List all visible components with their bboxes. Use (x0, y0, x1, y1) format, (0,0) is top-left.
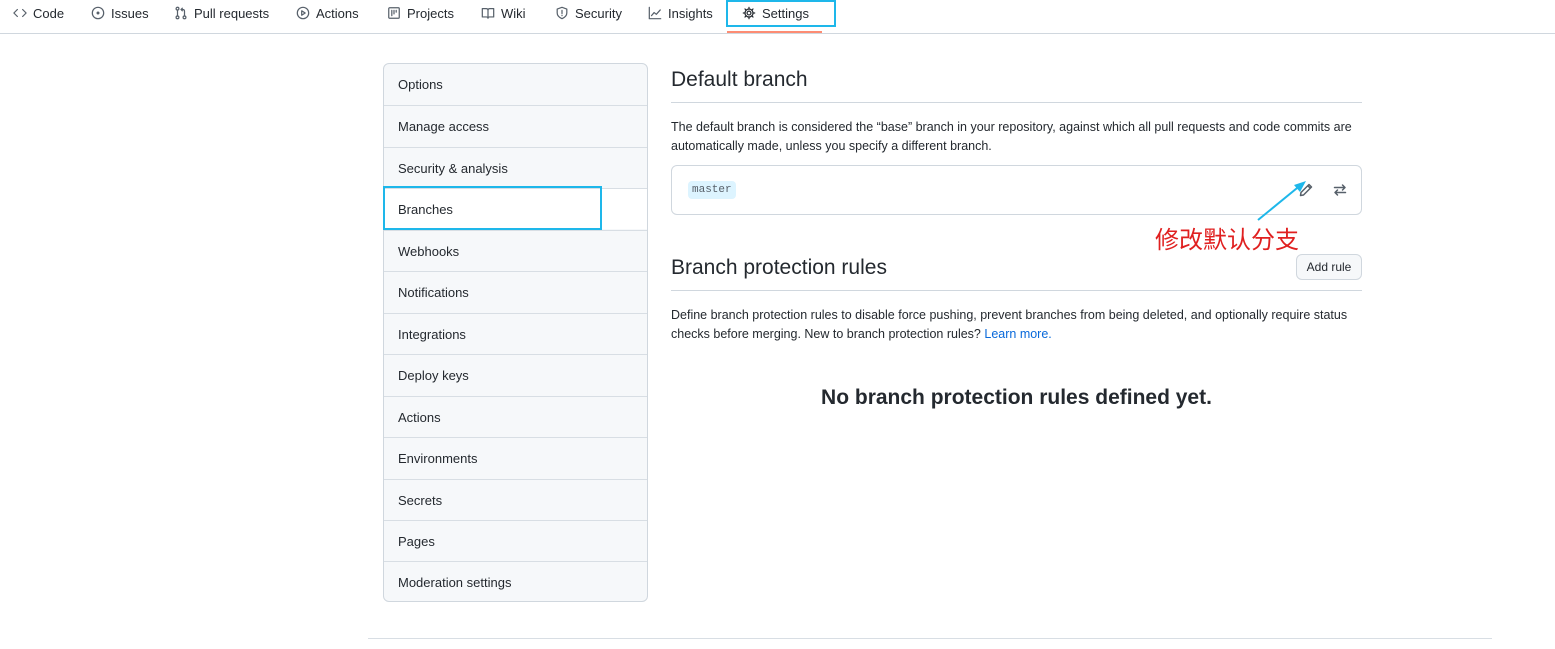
active-tab-underline (727, 31, 822, 33)
sidebar-item-actions[interactable]: Actions (384, 396, 647, 437)
sidebar-item-environments[interactable]: Environments (384, 437, 647, 478)
tab-label: Code (33, 5, 65, 21)
learn-more-link[interactable]: Learn more. (984, 327, 1051, 341)
sidebar-item-label: Deploy keys (398, 367, 469, 383)
book-icon (481, 8, 495, 19)
tab-label: Wiki (501, 5, 526, 21)
tab-label: Issues (111, 5, 149, 21)
sidebar-item-label: Security & analysis (398, 160, 508, 176)
sidebar-item-moderation-settings[interactable]: Moderation settings (384, 561, 647, 601)
sidebar-item-label: Options (398, 77, 443, 92)
annotation-arrow (1257, 181, 1306, 221)
sidebar-item-pages[interactable]: Pages (384, 520, 647, 561)
tab-label: Security (575, 5, 622, 21)
pull-request-icon (175, 6, 187, 20)
tab-security[interactable]: Security (555, 0, 622, 26)
sidebar-item-security-analysis[interactable]: Security & analysis (384, 147, 647, 188)
tab-actions[interactable]: Actions (296, 0, 359, 26)
add-rule-button[interactable]: Add rule (1296, 254, 1362, 280)
project-icon (388, 7, 400, 19)
tab-pull-requests[interactable]: Pull requests (174, 0, 269, 26)
tab-label: Projects (407, 5, 454, 21)
sidebar-item-label: Environments (398, 450, 478, 466)
default-branch-description: The default branch is considered the “ba… (671, 120, 1352, 153)
sidebar-item-webhooks[interactable]: Webhooks (384, 230, 647, 271)
branches-highlight-box (383, 186, 602, 230)
tab-label: Actions (316, 5, 359, 21)
sidebar-item-label: Pages (398, 533, 435, 549)
protection-rules-title: Branch protection rules (671, 256, 887, 279)
footer-divider (368, 638, 1492, 639)
annotation-text: 修改默认分支 (1155, 226, 1299, 254)
tab-projects[interactable]: Projects (387, 0, 454, 26)
protection-rules-description: Define branch protection rules to disabl… (671, 306, 1362, 344)
shield-icon (556, 6, 568, 20)
play-icon (296, 6, 310, 20)
graph-icon (648, 6, 662, 20)
tab-issues[interactable]: Issues (91, 0, 149, 26)
sidebar-item-label: Secrets (398, 492, 443, 508)
switch-default-branch-button[interactable] (1332, 182, 1352, 202)
sidebar-item-manage-access[interactable]: Manage access (384, 105, 647, 146)
sidebar-item-label: Manage access (398, 118, 490, 134)
sidebar-item-label: Actions (398, 409, 441, 425)
settings-tab-highlight-box (726, 0, 836, 27)
arrow-switch-icon (1333, 184, 1347, 196)
sidebar-item-label: Moderation settings (398, 574, 512, 590)
default-branch-title: Default branch (671, 68, 808, 91)
sidebar-item-label: Webhooks (398, 243, 460, 259)
sidebar-item-secrets[interactable]: Secrets (384, 479, 647, 520)
divider (671, 290, 1362, 291)
sidebar-item-label: Notifications (398, 284, 469, 300)
divider (671, 102, 1362, 103)
branch-name-tag: master (688, 181, 736, 199)
sidebar-item-integrations[interactable]: Integrations (384, 313, 647, 354)
empty-state-message: No branch protection rules defined yet. (821, 386, 1212, 409)
tab-wiki[interactable]: Wiki (481, 0, 526, 26)
sidebar-item-options[interactable]: Options (384, 64, 647, 105)
settings-sidebar: Options Manage access Security & analysi… (383, 63, 648, 602)
tab-insights[interactable]: Insights (648, 0, 713, 26)
tab-label: Pull requests (194, 5, 270, 21)
tab-label: Insights (668, 5, 713, 21)
issue-icon (91, 6, 105, 20)
sidebar-item-deploy-keys[interactable]: Deploy keys (384, 354, 647, 395)
tab-code[interactable]: Code (13, 0, 64, 26)
sidebar-item-label: Integrations (398, 326, 466, 342)
code-icon (13, 8, 27, 18)
sidebar-item-notifications[interactable]: Notifications (384, 271, 647, 312)
